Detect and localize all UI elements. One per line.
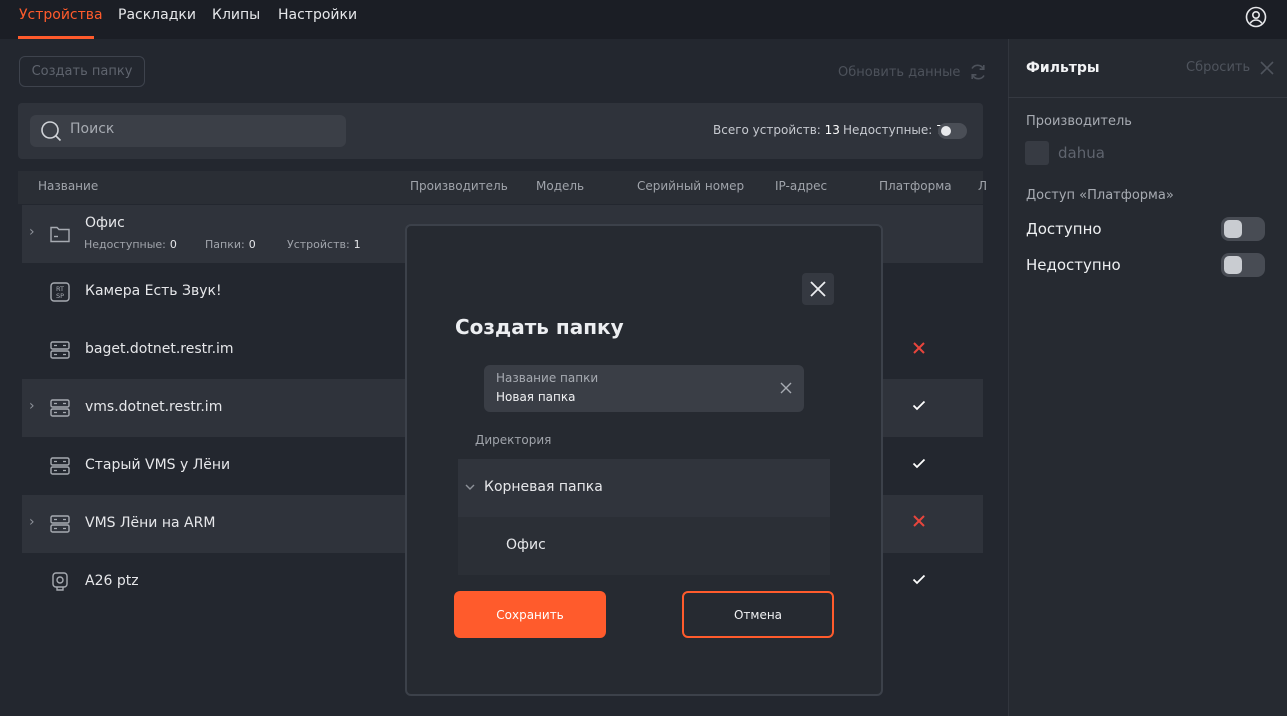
column-platform[interactable]: Платформа <box>879 179 952 193</box>
manufacturer-label: Производитель <box>1026 114 1132 129</box>
active-tab-indicator <box>18 36 94 39</box>
server-icon <box>50 341 70 359</box>
column-truncated[interactable]: Л <box>978 179 987 193</box>
chevron-right-icon[interactable]: › <box>29 398 35 414</box>
device-name: Старый VMS у Лёни <box>85 457 231 473</box>
reset-filters-button[interactable]: Сбросить <box>1186 60 1250 75</box>
unavailable-devices-label: Недоступные: <box>843 123 933 137</box>
folder-name: Офис <box>85 215 125 231</box>
check-icon <box>912 574 926 585</box>
refresh-icon <box>971 64 986 80</box>
close-icon <box>810 281 826 297</box>
device-name: A26 ptz <box>85 573 139 589</box>
close-icon[interactable] <box>1258 59 1276 77</box>
user-circle-icon[interactable] <box>1245 6 1267 28</box>
unavailable-cross-icon <box>913 515 925 527</box>
manufacturer-checkbox[interactable] <box>1025 141 1049 165</box>
unavailable-toggle[interactable] <box>938 123 967 139</box>
cancel-button[interactable]: Отмена <box>682 591 834 638</box>
folder-folders-value: 0 <box>248 238 256 251</box>
directory-label: Директория <box>475 433 552 447</box>
tree-child-label: Офис <box>506 537 546 553</box>
server-icon <box>50 515 70 533</box>
save-button[interactable]: Сохранить <box>454 591 606 638</box>
server-icon <box>50 399 70 417</box>
column-manufacturer[interactable]: Производитель <box>410 179 508 193</box>
folder-name-value[interactable]: Новая папка <box>496 390 575 404</box>
folder-devices-label: Устройств: <box>287 238 350 251</box>
chevron-right-icon[interactable]: › <box>29 514 35 530</box>
manufacturer-option-label: dahua <box>1058 144 1105 162</box>
column-name[interactable]: Название <box>38 179 98 193</box>
refresh-data-label: Обновить данные <box>838 64 961 80</box>
folder-unavailable-value: 0 <box>169 238 177 251</box>
tab-settings[interactable]: Настройки <box>278 7 357 23</box>
tab-devices[interactable]: Устройства <box>19 7 103 23</box>
check-icon <box>912 400 926 411</box>
folder-folders-stat: Папки: 0 <box>205 238 256 251</box>
device-name: baget.dotnet.restr.im <box>85 341 234 357</box>
refresh-data-button[interactable]: Обновить данные <box>838 62 988 82</box>
tab-layouts[interactable]: Раскладки <box>118 7 196 23</box>
camera-icon <box>52 572 68 591</box>
folder-icon <box>50 226 70 243</box>
column-ip[interactable]: IP-адрес <box>775 179 827 193</box>
chevron-down-icon[interactable] <box>464 481 476 493</box>
available-toggle[interactable] <box>1221 217 1265 241</box>
filters-panel <box>1008 39 1287 716</box>
search-icon <box>41 121 62 142</box>
device-name: vms.dotnet.restr.im <box>85 399 223 415</box>
rtsp-icon: RT SP <box>50 282 70 302</box>
svg-text:SP: SP <box>56 292 64 300</box>
folder-devices-stat: Устройств: 1 <box>287 238 361 251</box>
access-label: Доступ «Платформа» <box>1026 188 1174 203</box>
folder-folders-label: Папки: <box>205 238 245 251</box>
chevron-right-icon[interactable]: › <box>29 224 35 240</box>
tree-root-label: Корневая папка <box>484 479 603 495</box>
folder-unavailable-stat: Недоступные: 0 <box>84 238 177 251</box>
clear-input-icon[interactable] <box>779 381 793 395</box>
folder-name-label: Название папки <box>496 371 599 385</box>
unavailable-option-label: Недоступно <box>1026 256 1121 274</box>
dialog-close-button[interactable] <box>802 273 834 305</box>
device-name: VMS Лёни на ARM <box>85 515 216 531</box>
total-devices-stat: Всего устройств: 13 <box>713 123 840 137</box>
server-icon <box>50 457 70 475</box>
tab-clips[interactable]: Клипы <box>212 7 260 23</box>
total-devices-label: Всего устройств: <box>713 123 821 137</box>
create-folder-button[interactable]: Создать папку <box>19 56 145 87</box>
column-model[interactable]: Модель <box>536 179 584 193</box>
check-icon <box>912 458 926 469</box>
folder-devices-value: 1 <box>353 238 361 251</box>
unavailable-devices-stat: Недоступные: 7 <box>843 123 944 137</box>
total-devices-value: 13 <box>824 123 840 137</box>
folder-unavailable-label: Недоступные: <box>84 238 166 251</box>
unavailable-filter-toggle[interactable] <box>1221 253 1265 277</box>
available-option-label: Доступно <box>1026 220 1102 238</box>
column-serial[interactable]: Серийный номер <box>637 179 744 193</box>
dialog-title: Создать папку <box>455 315 624 339</box>
device-name: Камера Есть Звук! <box>85 283 222 299</box>
search-placeholder: Поиск <box>70 121 115 137</box>
filters-title: Фильтры <box>1026 60 1100 76</box>
unavailable-cross-icon <box>913 342 925 354</box>
